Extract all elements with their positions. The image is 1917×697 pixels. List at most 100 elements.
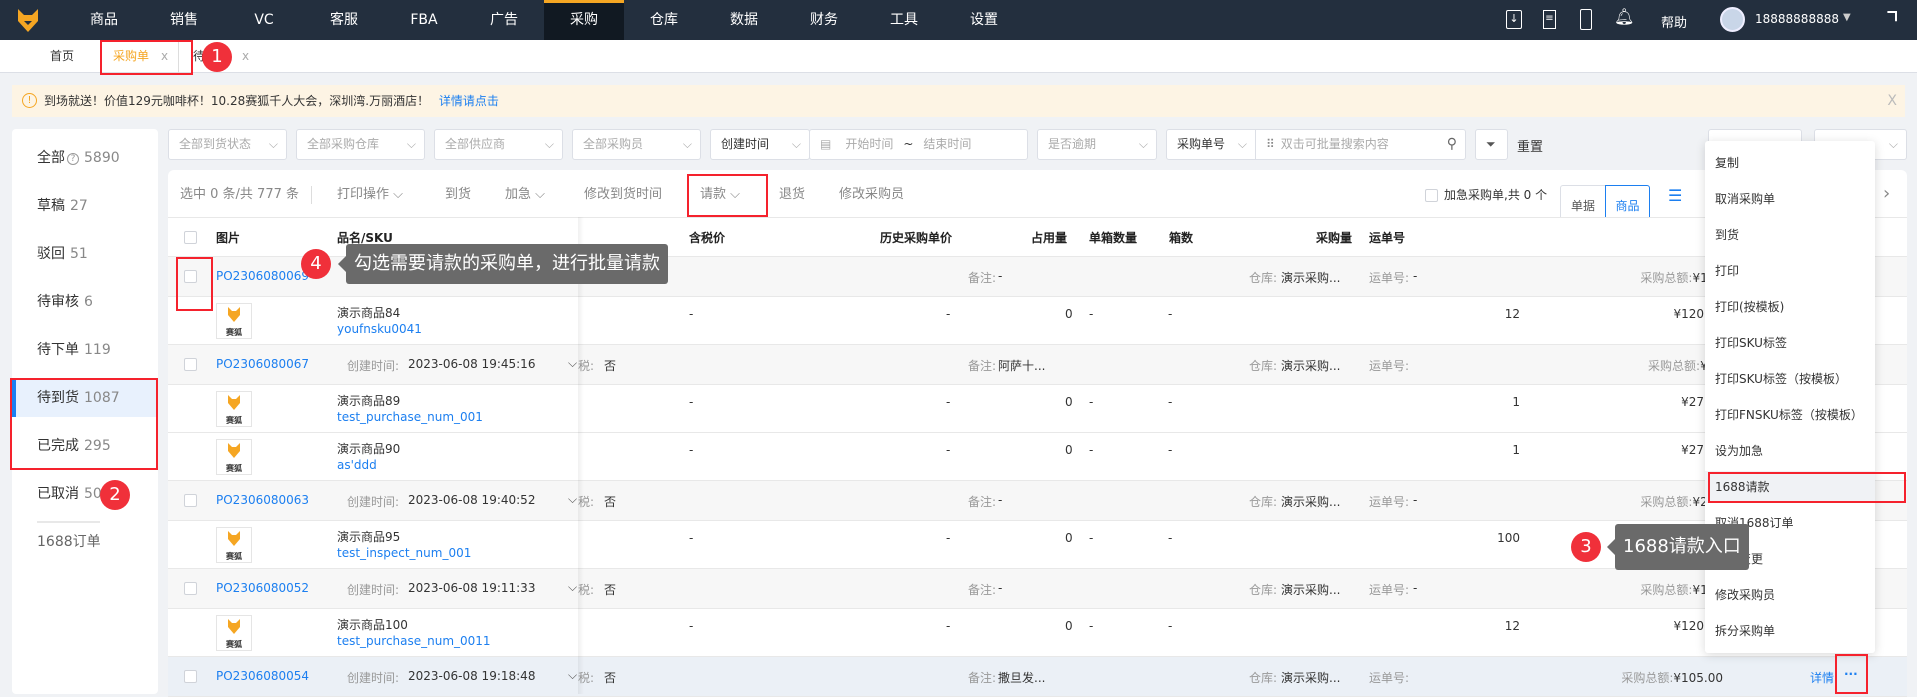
nav-item[interactable]: 仓库 [624, 0, 704, 40]
nav-item[interactable]: 采购 [544, 0, 624, 40]
nav-item[interactable]: 销售 [144, 0, 224, 40]
chevron-down-icon: ⌵ [268, 137, 278, 151]
product-thumbnail: 赛狐 [216, 527, 252, 563]
sku-link[interactable]: as'ddd [337, 458, 377, 472]
sku-link[interactable]: test_inspect_num_001 [337, 546, 471, 560]
row-checkbox[interactable] [184, 582, 197, 595]
help-link[interactable]: 帮助 [1661, 12, 1687, 31]
date-range-input[interactable]: ▤ 开始时间 ~ 结束时间 [809, 129, 1028, 160]
menu-item[interactable]: 修改采购员 [1705, 579, 1875, 611]
waybill-label: 运单号: [1369, 359, 1410, 373]
urgent-checkbox[interactable] [1425, 189, 1438, 202]
menu-item[interactable]: 取消采购单 [1705, 183, 1875, 215]
nav-item[interactable]: 商品 [64, 0, 144, 40]
sidebar-item[interactable]: 草稿 27 [12, 187, 158, 225]
time-type-select[interactable]: 创建时间 ⌵ [710, 129, 810, 160]
tax-price: - [689, 307, 694, 321]
row-checkbox[interactable] [184, 494, 197, 507]
menu-item[interactable]: 设为加急 [1705, 435, 1875, 467]
sidebar-item-label: 待审核 [37, 294, 79, 310]
po-number-link[interactable]: PO2306080063 [216, 493, 309, 507]
menu-item[interactable]: 打印 [1705, 255, 1875, 287]
sku-link[interactable]: youfnsku0041 [337, 322, 422, 336]
thumbnail-brand: 赛狐 [226, 328, 242, 337]
sku-link[interactable]: test_purchase_num_001 [337, 410, 483, 424]
nav-item[interactable]: 广告 [464, 0, 544, 40]
annotation-box-sidebar [10, 378, 158, 470]
chevron-right-icon[interactable]: › [1883, 183, 1890, 204]
return-button[interactable]: 退货 [779, 185, 805, 205]
detail-link[interactable]: 详情 [1810, 669, 1834, 686]
bell-icon[interactable]: 🔔︎ [1614, 7, 1634, 26]
po-number-link[interactable]: PO2306080069 [216, 269, 309, 283]
fox-logo-icon [228, 619, 240, 634]
fullscreen-icon[interactable] [1881, 11, 1897, 28]
tax-price: - [689, 619, 694, 633]
menu-item[interactable]: 打印SKU标签（按模板） [1705, 363, 1875, 395]
search-input[interactable]: ⠿ 双击可批量搜索内容 ⚲ [1255, 129, 1466, 160]
nav-item[interactable]: 工具 [864, 0, 944, 40]
sidebar-item[interactable]: 待审核 6 [12, 283, 158, 321]
select-all-checkbox[interactable] [184, 231, 197, 244]
notice-link[interactable]: 详情请点击 [439, 94, 499, 108]
nav-item[interactable]: FBA [384, 0, 464, 40]
col-per-box: 单箱数量 [1089, 231, 1138, 245]
nav-item[interactable]: 客服 [304, 0, 384, 40]
warehouse-select[interactable]: 全部采购仓库 ⌵ [296, 129, 425, 160]
avatar[interactable] [1720, 7, 1745, 32]
caret-down-icon[interactable]: ▼ [1843, 12, 1851, 23]
print-dropdown[interactable]: 打印操作 ⌵ [337, 185, 403, 205]
po-number-link[interactable]: PO2306080052 [216, 581, 309, 595]
reset-button[interactable]: 重置 [1517, 136, 1543, 155]
menu-item[interactable]: 到货 [1705, 219, 1875, 251]
close-icon[interactable]: X [1887, 85, 1897, 117]
change-arrival-time-button[interactable]: 修改到货时间 [584, 185, 662, 205]
notice-text: 到场就送！价值129元咖啡杯！10.28赛狐千人大会，深圳湾.万丽酒店！ [44, 94, 430, 108]
change-buyer-button[interactable]: 修改采购员 [839, 185, 904, 205]
sidebar-item[interactable]: 全部? 5890 [12, 139, 158, 177]
sidebar-item[interactable]: 驳回 51 [12, 235, 158, 273]
chevron-down-icon[interactable]: ⌵ [568, 492, 577, 507]
urgent-dropdown[interactable]: 加急 ⌵ [505, 185, 545, 205]
arrive-button[interactable]: 到货 [445, 185, 471, 205]
menu-item[interactable]: 打印(按模板) [1705, 291, 1875, 323]
sidebar-item-1688-orders[interactable]: 1688订单 [12, 523, 158, 561]
occupied-qty: 0 [1065, 619, 1073, 633]
po-number-link[interactable]: PO2306080054 [216, 669, 309, 683]
nav-item[interactable]: VC [224, 0, 304, 40]
advanced-filter-button[interactable]: ⏷ [1475, 129, 1508, 160]
tab-home[interactable]: 首页 [50, 40, 74, 73]
overdue-select[interactable]: 是否逾期 ⌵ [1037, 129, 1157, 160]
close-icon[interactable]: x [242, 40, 249, 73]
sort-icon[interactable]: ☰ [1668, 186, 1682, 205]
chevron-down-icon[interactable]: ⌵ [568, 356, 577, 371]
row-checkbox[interactable] [184, 670, 197, 683]
chevron-down-icon[interactable]: ⌵ [568, 580, 577, 595]
menu-item[interactable]: 打印FNSKU标签（按模板） [1705, 399, 1875, 431]
download-icon[interactable]: ↓ [1506, 10, 1522, 29]
mobile-icon[interactable] [1580, 9, 1592, 30]
item-row: 赛狐 演示商品90 as'ddd - - 0 - - 1 ¥27 [168, 433, 1907, 481]
menu-item[interactable]: 复制 [1705, 147, 1875, 179]
user-name[interactable]: 18888888888 [1755, 12, 1839, 26]
supplier-select[interactable]: 全部供应商 ⌵ [434, 129, 563, 160]
sidebar-item[interactable]: 已取消 50 [12, 475, 158, 513]
po-number-link[interactable]: PO2306080067 [216, 357, 309, 371]
nav-item[interactable]: 数据 [704, 0, 784, 40]
chevron-down-icon[interactable]: ⌵ [568, 668, 577, 683]
row-checkbox[interactable] [184, 358, 197, 371]
sidebar-item[interactable]: 待下单 119 [12, 331, 158, 369]
annotation-box-tab [100, 40, 193, 75]
sku-link[interactable]: test_purchase_num_0011 [337, 634, 491, 648]
nav-item[interactable]: 财务 [784, 0, 864, 40]
buyer-select[interactable]: 全部采购员 ⌵ [572, 129, 701, 160]
arrival-status-select[interactable]: 全部到货状态 ⌵ [168, 129, 287, 160]
add-document-icon[interactable]: ≡ [1543, 10, 1556, 29]
grid-icon: ⠿ [1266, 137, 1275, 151]
menu-item[interactable]: 拆分采购单 [1705, 615, 1875, 647]
created-time: 2023-06-08 19:18:48 [408, 669, 536, 683]
search-type-select[interactable]: 采购单号 ⌵ [1166, 129, 1256, 160]
per-box-qty: - [1089, 443, 1094, 457]
nav-item[interactable]: 设置 [944, 0, 1024, 40]
menu-item[interactable]: 打印SKU标签 [1705, 327, 1875, 359]
